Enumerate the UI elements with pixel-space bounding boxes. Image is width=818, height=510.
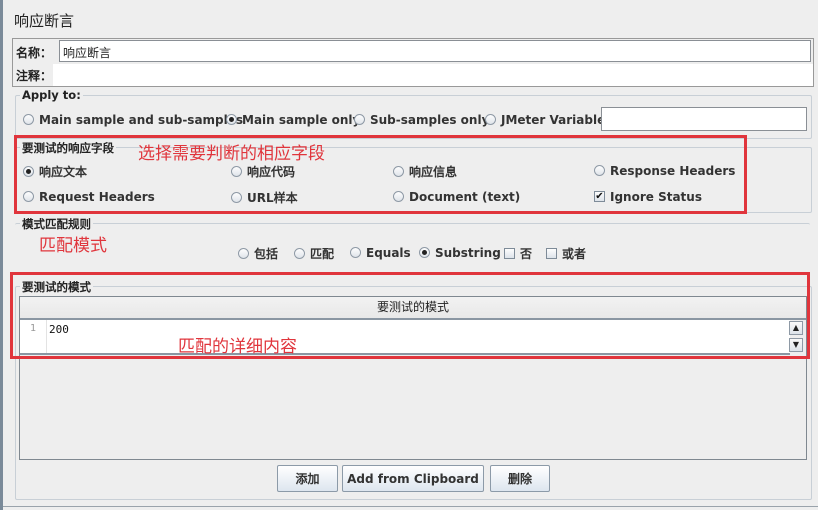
annotation-field-note: 选择需要判断的相应字段 xyxy=(138,144,325,164)
comment-label: 注释： xyxy=(16,69,53,83)
name-label: 名称： xyxy=(16,46,53,60)
rule-substring-radio[interactable]: Substring xyxy=(419,245,501,260)
panel-title: 响应断言 xyxy=(14,12,75,30)
checkbox-icon xyxy=(546,248,557,259)
annotation-box-patterns xyxy=(10,272,810,359)
add-button[interactable]: 添加 xyxy=(277,465,338,492)
annotation-box-response-field xyxy=(14,135,747,214)
add-from-clipboard-button[interactable]: Add from Clipboard xyxy=(342,465,484,492)
rule-equals-radio[interactable]: Equals xyxy=(350,245,411,260)
radio-selected-icon xyxy=(226,114,237,125)
apply-sub-only-radio[interactable]: Sub-samples only xyxy=(354,112,489,127)
radio-selected-icon xyxy=(419,247,430,258)
radio-icon xyxy=(354,114,365,125)
apply-to-legend: Apply to: xyxy=(20,88,83,102)
name-input-value: 响应断言 xyxy=(63,46,112,60)
checkbox-icon xyxy=(504,248,515,259)
apply-main-only-radio[interactable]: Main sample only xyxy=(226,112,360,127)
pattern-rules-group xyxy=(15,223,810,268)
comment-input[interactable] xyxy=(53,64,813,86)
bottom-border xyxy=(3,506,818,507)
jmeter-variable-input[interactable] xyxy=(601,107,807,131)
radio-icon xyxy=(238,248,249,259)
annotation-match-note: 匹配模式 xyxy=(39,236,107,256)
delete-button[interactable]: 删除 xyxy=(490,465,550,492)
annotation-content-note: 匹配的详细内容 xyxy=(178,337,297,357)
name-comment-box: 名称： 响应断言 注释： xyxy=(12,38,814,87)
apply-main-and-sub-radio[interactable]: Main sample and sub-samples xyxy=(23,112,243,127)
radio-icon xyxy=(485,114,496,125)
pattern-rules-legend: 模式匹配规则 xyxy=(20,216,93,232)
radio-icon xyxy=(23,114,34,125)
rule-or-checkbox[interactable]: 或者 xyxy=(546,245,586,262)
rule-matches-radio[interactable]: 匹配 xyxy=(294,245,334,262)
rule-not-checkbox[interactable]: 否 xyxy=(504,245,532,262)
radio-icon xyxy=(294,248,305,259)
apply-jmeter-variable-radio[interactable]: JMeter Variable xyxy=(485,112,605,127)
name-input[interactable]: 响应断言 xyxy=(59,40,811,62)
rule-contains-radio[interactable]: 包括 xyxy=(238,245,278,262)
left-border xyxy=(0,0,3,510)
radio-icon xyxy=(350,247,361,258)
